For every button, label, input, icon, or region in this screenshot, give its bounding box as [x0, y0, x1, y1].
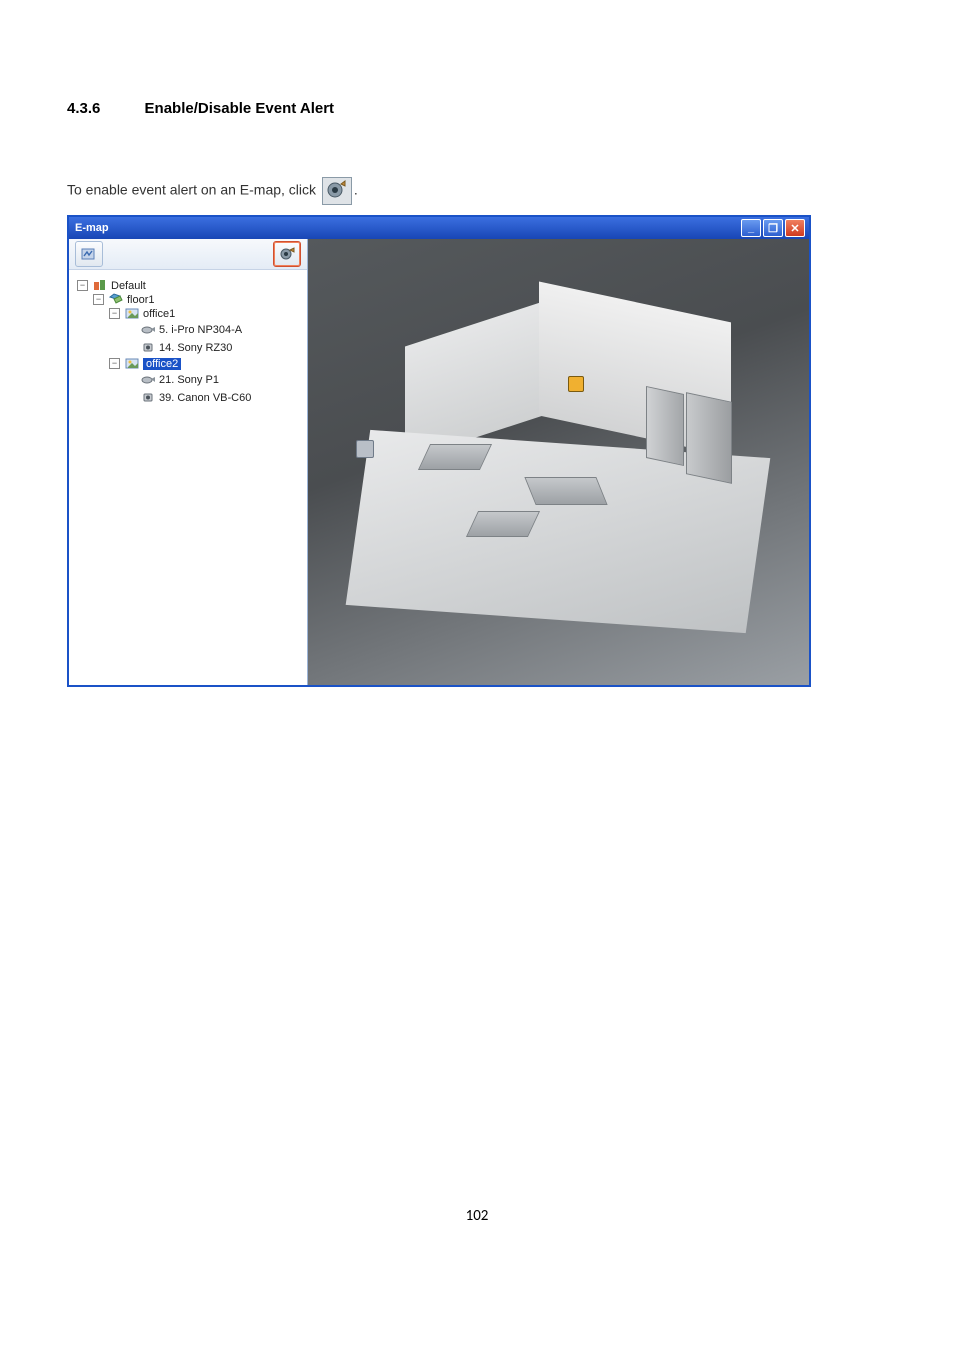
tree-label: 14. Sony RZ30	[159, 342, 232, 354]
collapse-icon[interactable]: −	[93, 294, 104, 305]
map-image-icon	[125, 307, 140, 320]
left-panel: − Default −	[69, 239, 308, 685]
tree-label-selected: office2	[143, 358, 181, 370]
tree-label: 21. Sony P1	[159, 374, 219, 386]
page-number: 102	[67, 1207, 887, 1225]
room-render	[318, 289, 799, 625]
fixed-camera-icon	[141, 341, 156, 354]
tree-node-camera[interactable]: 14. Sony RZ30	[125, 341, 232, 354]
event-alert-icon	[322, 177, 352, 205]
tree-node-camera[interactable]: 21. Sony P1	[125, 374, 219, 387]
maximize-button[interactable]: ❐	[763, 219, 783, 237]
collapse-icon[interactable]: −	[109, 358, 120, 369]
camera-marker[interactable]	[568, 376, 584, 392]
window-title: E-map	[73, 222, 739, 234]
fixed-camera-icon	[141, 391, 156, 404]
map-viewport[interactable]	[308, 239, 809, 685]
minimize-button[interactable]: _	[741, 219, 761, 237]
ptz-camera-icon	[141, 324, 156, 337]
tree-node-office2[interactable]: − office2	[109, 357, 181, 370]
map-set-icon	[93, 279, 108, 292]
tree-node-office1[interactable]: − office1	[109, 307, 175, 320]
tree-label: office1	[143, 308, 175, 320]
tree-label: Default	[111, 280, 146, 292]
section-number: 4.3.6	[67, 100, 100, 117]
collapse-icon[interactable]: −	[77, 280, 88, 291]
event-alert-button[interactable]	[273, 241, 301, 267]
tree-label: 39. Canon VB-C60	[159, 392, 251, 404]
tree-node-camera[interactable]: 5. i-Pro NP304-A	[125, 324, 242, 337]
emap-window: E-map _ ❐ ✕	[67, 215, 811, 687]
tree-node-default[interactable]: − Default	[77, 279, 146, 292]
titlebar: E-map _ ❐ ✕	[69, 217, 809, 239]
edit-map-button[interactable]	[75, 241, 103, 267]
ptz-camera-icon	[141, 374, 156, 387]
section-heading: 4.3.6 Enable/Disable Event Alert	[67, 100, 887, 117]
tree-node-floor1[interactable]: − floor1	[93, 293, 155, 306]
tree-label: floor1	[127, 294, 155, 306]
floor-icon	[109, 293, 124, 306]
left-toolbar	[69, 239, 307, 270]
close-button[interactable]: ✕	[785, 219, 805, 237]
para-suffix: .	[354, 182, 358, 198]
para-prefix: To enable event alert on an E-map, click	[67, 182, 320, 198]
tree-node-camera[interactable]: 39. Canon VB-C60	[125, 391, 251, 404]
tree-label: 5. i-Pro NP304-A	[159, 324, 242, 336]
map-tree[interactable]: − Default −	[69, 270, 307, 685]
section-title: Enable/Disable Event Alert	[145, 100, 335, 117]
collapse-icon[interactable]: −	[109, 308, 120, 319]
camera-marker[interactable]	[356, 440, 374, 458]
intro-paragraph: To enable event alert on an E-map, click…	[67, 177, 887, 205]
map-image-icon	[125, 357, 140, 370]
